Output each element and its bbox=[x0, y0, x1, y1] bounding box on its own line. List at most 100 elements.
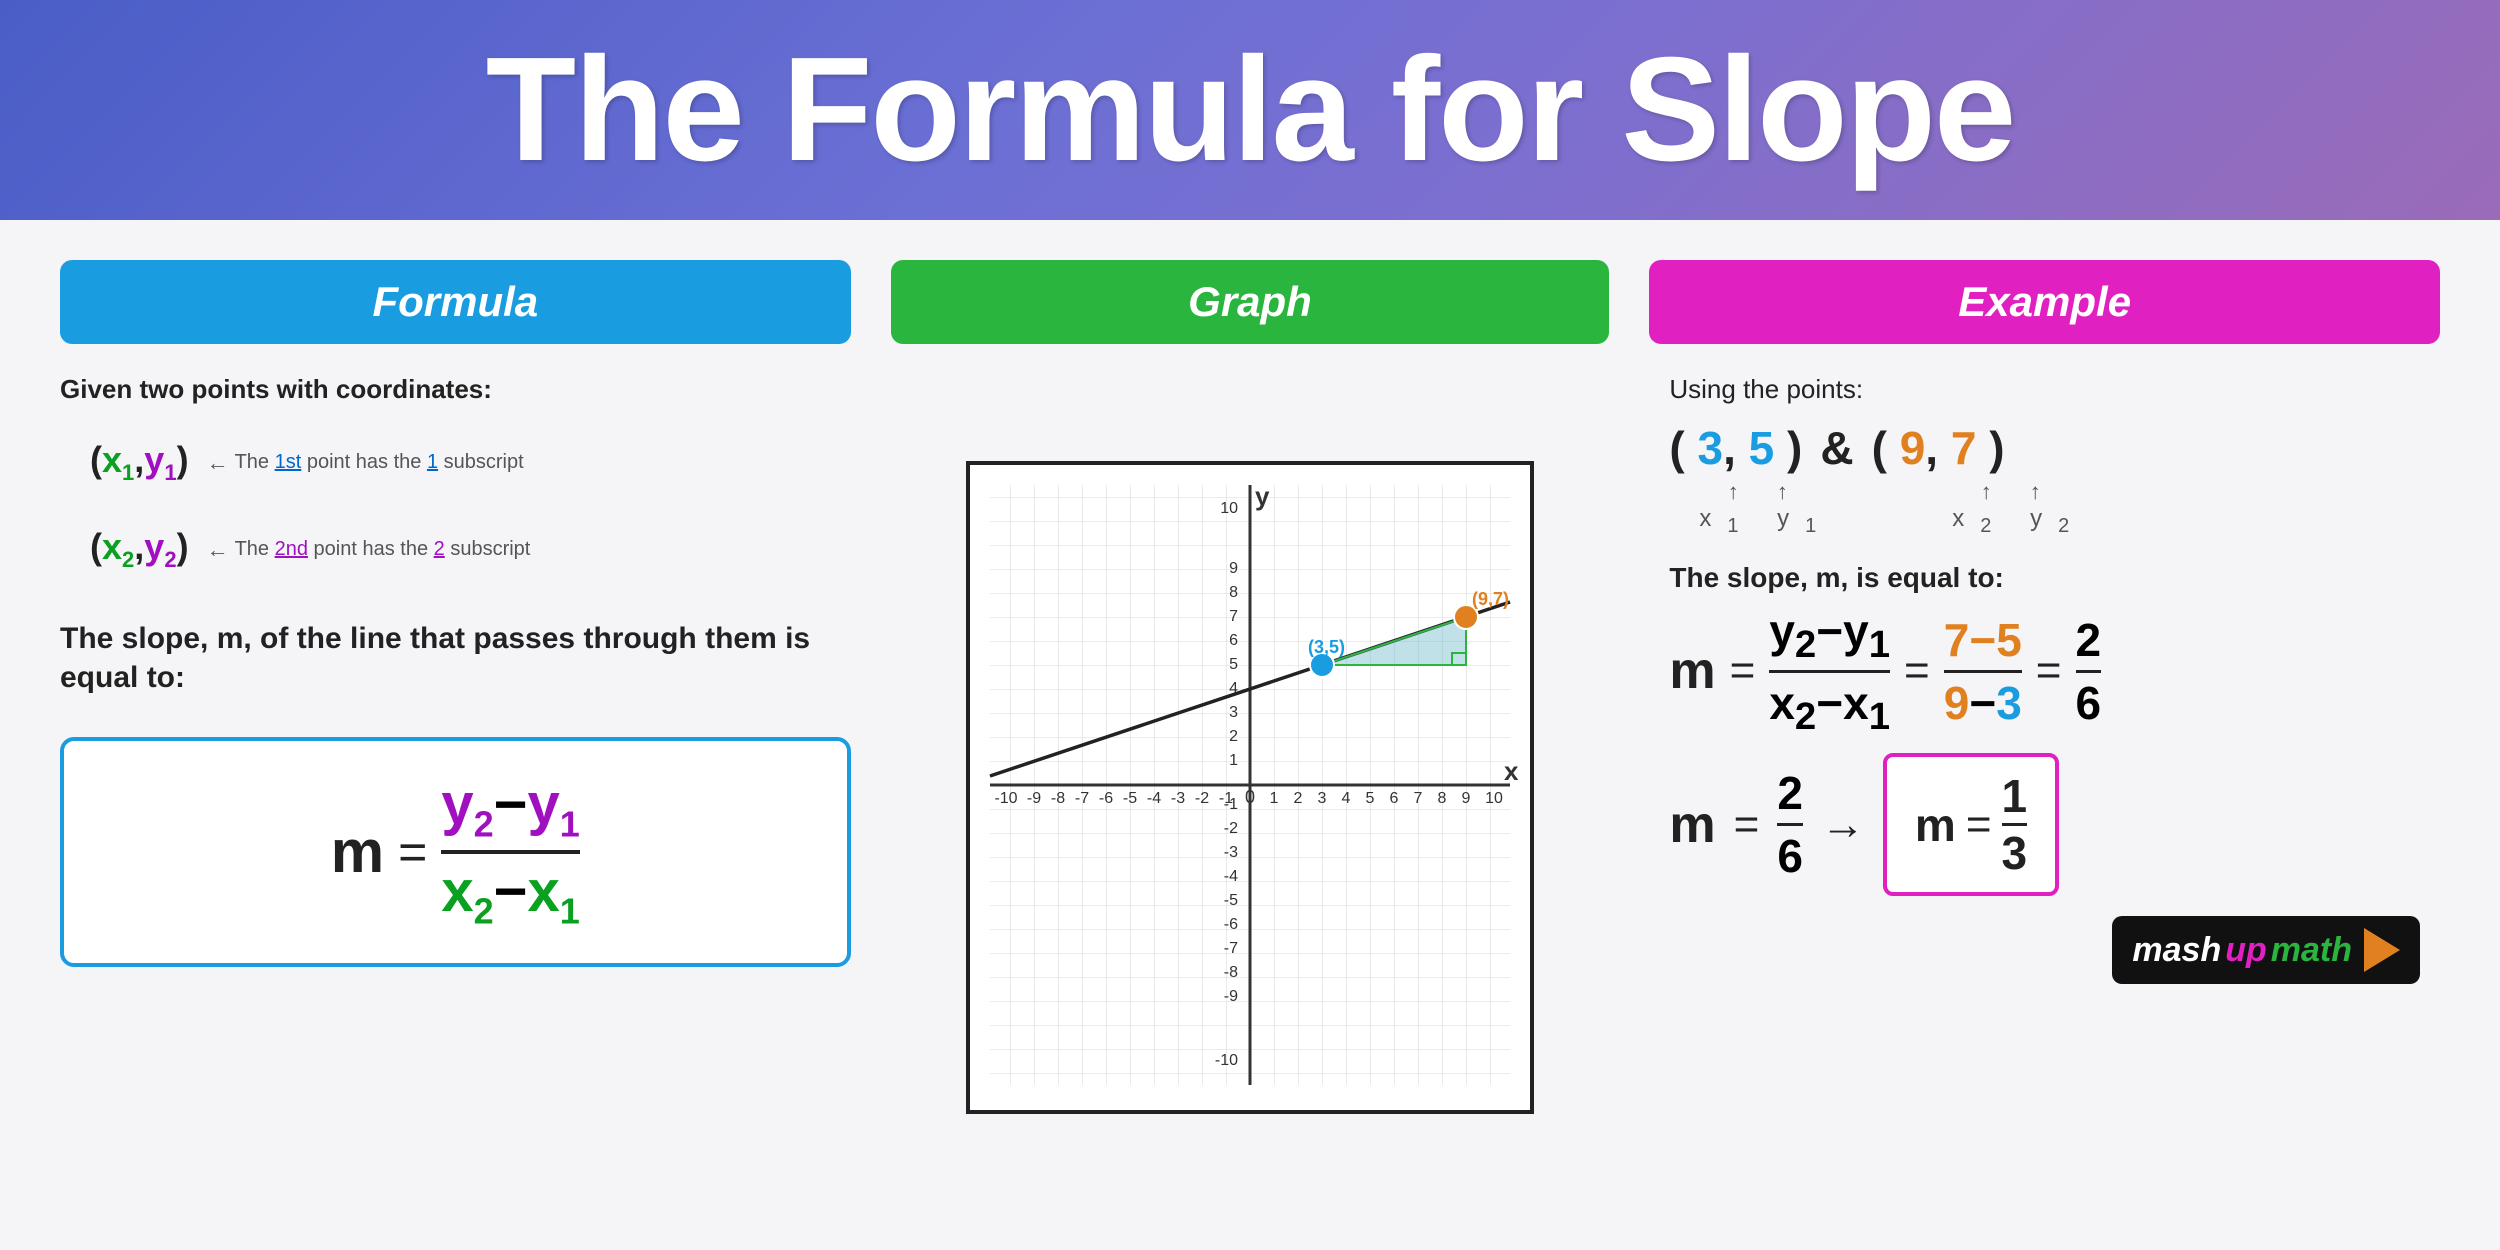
svg-text:-1: -1 bbox=[1224, 796, 1238, 813]
ex-fraction-values: 7−5 9−3 bbox=[1944, 613, 2022, 730]
svg-text:-3: -3 bbox=[1224, 844, 1238, 861]
amp: & bbox=[1820, 421, 1853, 475]
final-num: 1 bbox=[2002, 769, 2028, 823]
svg-text:-8: -8 bbox=[1051, 790, 1065, 807]
svg-text:(9,7): (9,7) bbox=[1472, 589, 1509, 609]
simplify-m: m bbox=[1669, 795, 1715, 855]
svg-text:1: 1 bbox=[1270, 790, 1279, 807]
svg-text:6: 6 bbox=[1229, 632, 1238, 649]
ex-den-generic: x2−x1 bbox=[1769, 676, 1890, 739]
example-column: Example Using the points: ( 3, 5 ) & ( 9… bbox=[1649, 260, 2440, 1210]
svg-text:5: 5 bbox=[1229, 656, 1238, 673]
simplify-den: 6 bbox=[1777, 829, 1803, 883]
svg-text:1: 1 bbox=[1229, 752, 1238, 769]
svg-text:y: y bbox=[1255, 481, 1270, 511]
svg-text:-3: -3 bbox=[1171, 790, 1185, 807]
svg-text:7: 7 bbox=[1414, 790, 1423, 807]
slope-formula-line: m = y2−y1 x2−x1 = 7−5 9−3 bbox=[1669, 604, 2420, 739]
svg-text:-2: -2 bbox=[1224, 820, 1238, 837]
svg-text:-5: -5 bbox=[1123, 790, 1137, 807]
ex-result-den: 6 bbox=[2076, 676, 2102, 730]
logo-area: mash up math bbox=[1669, 896, 2420, 984]
ex-den-values: 9−3 bbox=[1944, 676, 2022, 730]
svg-text:-5: -5 bbox=[1224, 892, 1238, 909]
svg-text:10: 10 bbox=[1485, 790, 1503, 807]
logo-mash: mash bbox=[2132, 931, 2221, 970]
ex-line-result bbox=[2076, 670, 2102, 673]
arrows-2: ↑ ↑ bbox=[1981, 479, 2057, 505]
graph-header-label: Graph bbox=[1188, 278, 1312, 325]
formula-divider bbox=[441, 850, 579, 854]
example-content: Using the points: ( 3, 5 ) & ( 9, 7 ) ↑ … bbox=[1649, 364, 2440, 994]
point2-line: (x2,y2) ← The 2nd point has the 2 subscr… bbox=[90, 526, 851, 573]
point1-line: (x1,y1) ← The 1st point has the 1 subscr… bbox=[90, 439, 851, 486]
graph-column: Graph bbox=[891, 260, 1610, 1210]
ex-num-values: 7−5 bbox=[1944, 613, 2022, 667]
logo-arrow-icon bbox=[2364, 928, 2400, 972]
svg-text:-8: -8 bbox=[1224, 964, 1238, 981]
ex-line-values bbox=[1944, 670, 2022, 673]
formula-header-label: Formula bbox=[372, 278, 538, 325]
formula-denominator: x2−x1 bbox=[441, 858, 579, 933]
slope-simplify: m = 2 6 → m = 1 3 bbox=[1669, 753, 2420, 896]
ex-m: m bbox=[1669, 641, 1715, 701]
simplify-eq: = bbox=[1734, 800, 1760, 850]
formula-m: m bbox=[331, 817, 384, 886]
page-title: The Formula for Slope bbox=[486, 25, 2015, 195]
slope-desc: The slope, m, of the line that passes th… bbox=[60, 619, 851, 697]
graph-svg-wrap: 0 1 2 3 4 5 6 7 8 9 10 -1 -2 -3 -4 bbox=[966, 461, 1534, 1114]
points-display: ( 3, 5 ) & ( 9, 7 ) bbox=[1669, 421, 2420, 475]
example-point2: ( 9, 7 ) bbox=[1872, 421, 2005, 475]
svg-text:8: 8 bbox=[1438, 790, 1447, 807]
example-point1: ( 3, 5 ) bbox=[1669, 421, 1802, 475]
svg-text:-2: -2 bbox=[1195, 790, 1209, 807]
simplify-num: 2 bbox=[1777, 766, 1803, 820]
svg-text:10: 10 bbox=[1220, 500, 1238, 517]
svg-text:5: 5 bbox=[1366, 790, 1375, 807]
simplify-line bbox=[1777, 823, 1803, 826]
svg-text:9: 9 bbox=[1462, 790, 1471, 807]
svg-text:-4: -4 bbox=[1147, 790, 1161, 807]
formula-equals: = bbox=[398, 823, 427, 881]
slope-equal-text: The slope, m, is equal to: bbox=[1669, 562, 2420, 594]
formula-numerator: y2−y1 bbox=[441, 771, 579, 846]
using-text: Using the points: bbox=[1669, 374, 2420, 405]
arrow-right: → bbox=[1821, 800, 1865, 850]
svg-text:-9: -9 bbox=[1027, 790, 1041, 807]
final-fraction: 1 3 bbox=[2002, 769, 2028, 880]
ex-line-generic bbox=[1769, 670, 1890, 673]
header: The Formula for Slope bbox=[0, 0, 2500, 220]
arrows-1: ↑ ↑ bbox=[1728, 479, 1804, 505]
svg-text:-9: -9 bbox=[1224, 988, 1238, 1005]
formula-box: m = y2−y1 x2−x1 bbox=[60, 737, 851, 966]
svg-text:-6: -6 bbox=[1099, 790, 1113, 807]
labels-1: x1 y1 bbox=[1699, 505, 1832, 538]
svg-text:(3,5): (3,5) bbox=[1308, 637, 1345, 657]
svg-text:0: 0 bbox=[1245, 787, 1255, 807]
svg-text:7: 7 bbox=[1229, 608, 1238, 625]
svg-text:-7: -7 bbox=[1075, 790, 1089, 807]
subscript-row: ↑ ↑ x1 y1 ↑ ↑ x2 y2 bbox=[1699, 479, 2420, 538]
svg-text:-10: -10 bbox=[1215, 1052, 1238, 1069]
ex-eq3: = bbox=[2036, 646, 2062, 696]
svg-text:2: 2 bbox=[1229, 728, 1238, 745]
sub-group-2: ↑ ↑ x2 y2 bbox=[1952, 479, 2085, 538]
ex-eq1: = bbox=[1730, 646, 1756, 696]
mashupmath-logo: mash up math bbox=[2112, 916, 2420, 984]
final-den: 3 bbox=[2002, 826, 2028, 880]
graph-svg: 0 1 2 3 4 5 6 7 8 9 10 -1 -2 -3 -4 bbox=[970, 465, 1530, 1105]
given-text: Given two points with coordinates: bbox=[60, 374, 851, 405]
svg-text:-4: -4 bbox=[1224, 868, 1238, 885]
ex-eq2: = bbox=[1904, 646, 1930, 696]
logo-math: math bbox=[2271, 931, 2352, 970]
formula-header: Formula bbox=[60, 260, 851, 344]
svg-text:-10: -10 bbox=[994, 790, 1017, 807]
svg-text:4: 4 bbox=[1342, 790, 1351, 807]
svg-text:x: x bbox=[1504, 756, 1519, 786]
point1-note: ← The 1st point has the 1 subscript bbox=[207, 450, 524, 476]
example-header: Example bbox=[1649, 260, 2440, 344]
svg-text:3: 3 bbox=[1318, 790, 1327, 807]
point2-note: ← The 2nd point has the 2 subscript bbox=[207, 537, 531, 563]
main-content: Formula Given two points with coordinate… bbox=[0, 220, 2500, 1250]
svg-text:9: 9 bbox=[1229, 560, 1238, 577]
